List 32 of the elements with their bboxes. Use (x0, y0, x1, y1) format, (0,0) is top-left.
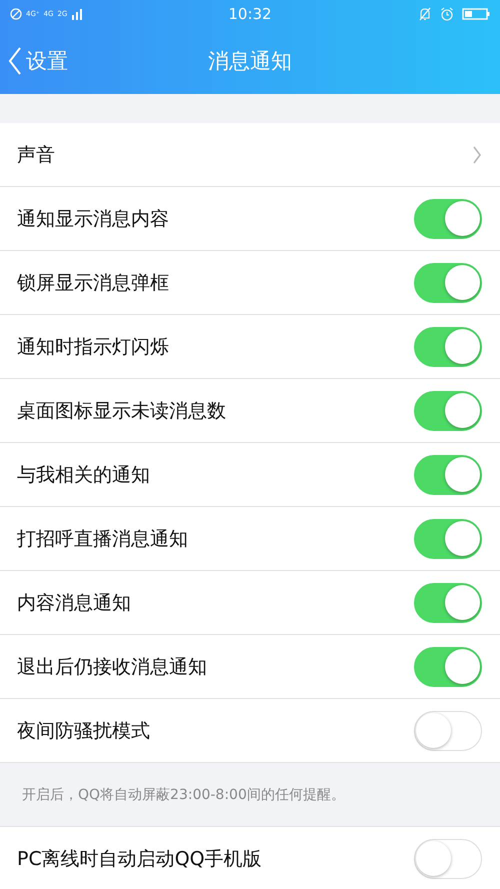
alarm-icon (440, 7, 454, 21)
toggle-switch[interactable] (414, 326, 482, 366)
row-label: 通知时指示灯闪烁 (17, 334, 169, 360)
row-label: 与我相关的通知 (17, 462, 150, 488)
toggle-switch[interactable] (414, 646, 482, 686)
back-chevron-icon (8, 46, 22, 76)
row-label: 通知显示消息内容 (17, 206, 169, 232)
no-sim-icon (10, 8, 22, 20)
signal-icon (71, 8, 84, 20)
hint-text: 开启后，QQ将自动屏蔽23:00-8:00间的任何提醒。 (22, 786, 345, 804)
row-label: PC离线时自动启动QQ手机版 (17, 846, 262, 872)
toggle-switch[interactable] (414, 838, 482, 878)
row-label: 声音 (17, 142, 55, 168)
toggle-switch[interactable] (414, 454, 482, 494)
settings-row[interactable]: 声音 (0, 123, 500, 187)
battery-icon (462, 7, 490, 21)
row-label: 内容消息通知 (17, 590, 131, 616)
toggle-switch[interactable] (414, 390, 482, 430)
chevron-icon (472, 144, 482, 164)
toggle-switch[interactable] (414, 710, 482, 750)
row-label: 夜间防骚扰模式 (17, 718, 150, 744)
toggle-switch[interactable] (414, 582, 482, 622)
row-label: 打招呼直播消息通知 (17, 526, 188, 552)
status-time: 10:32 (227, 5, 273, 23)
row-label: 桌面图标显示未读消息数 (17, 398, 226, 424)
page-title: 消息通知 (207, 48, 293, 75)
toggle-switch[interactable] (414, 262, 482, 302)
bell-muted-icon (418, 7, 432, 21)
toggle-switch[interactable] (414, 198, 482, 238)
row-label: 退出后仍接收消息通知 (17, 654, 207, 680)
toggle-switch[interactable] (414, 518, 482, 558)
row-label: 锁屏显示消息弹框 (17, 270, 169, 296)
